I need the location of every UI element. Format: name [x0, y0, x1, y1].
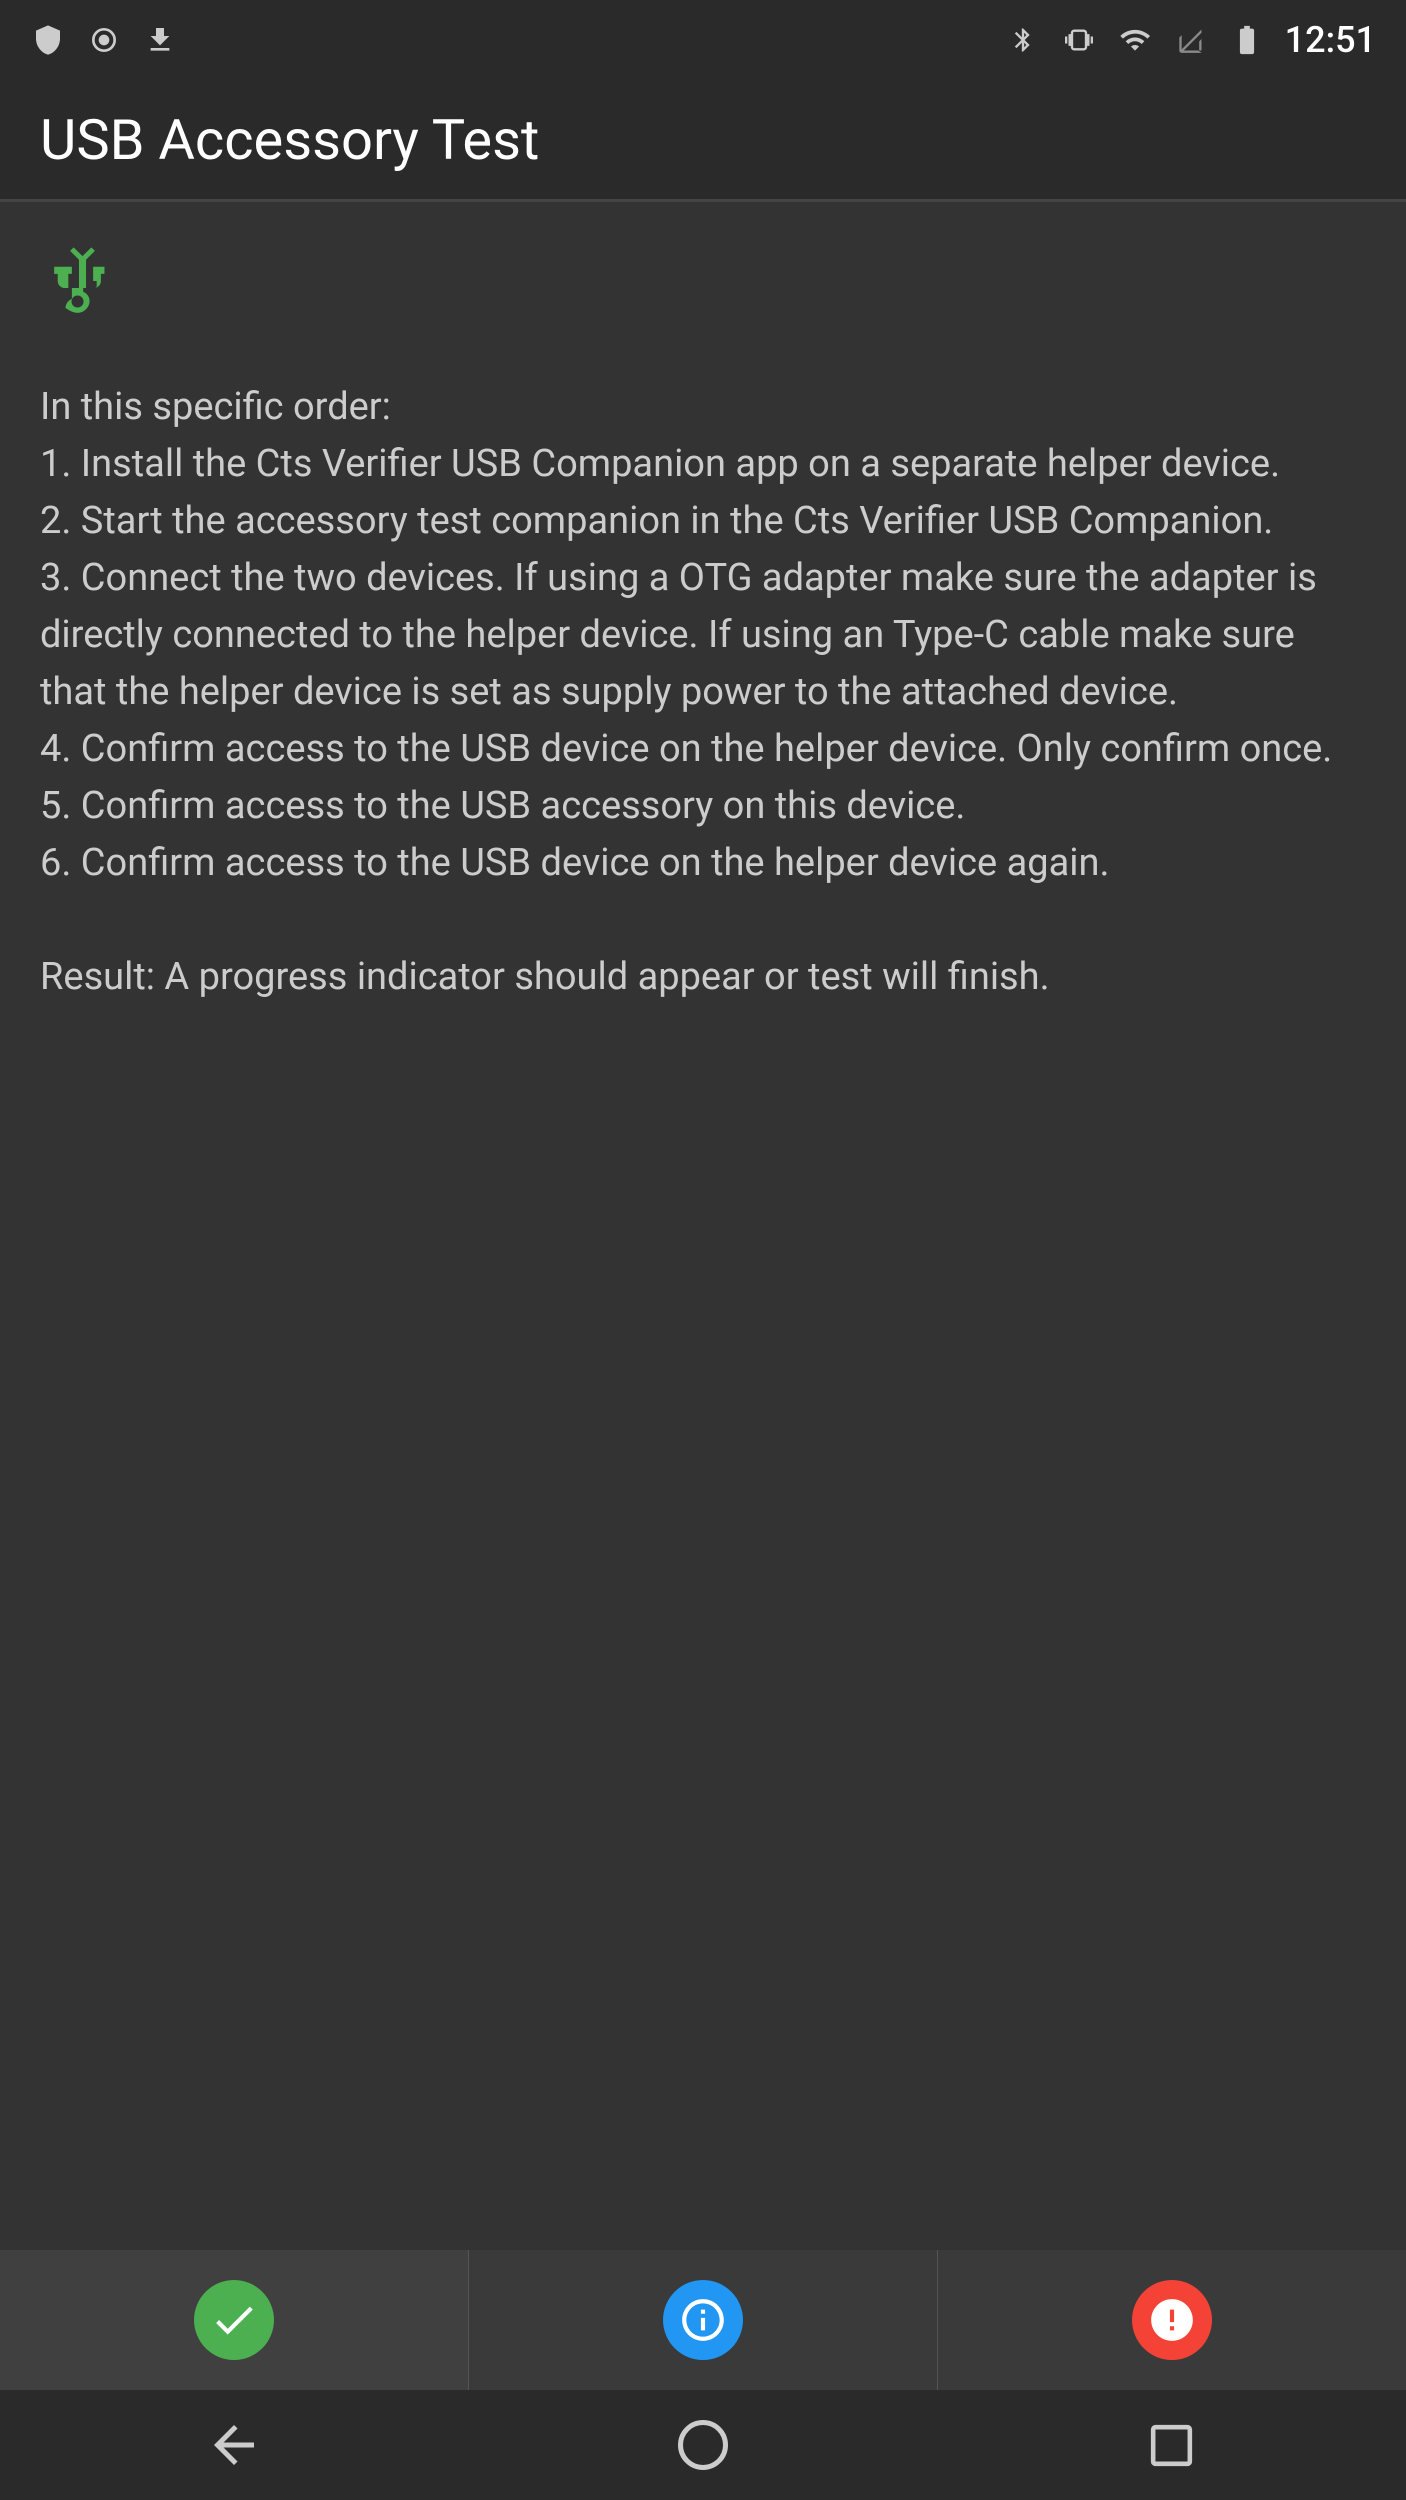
pass-icon-circle	[194, 2280, 274, 2360]
instructions-text: In this specific order: 1. Install the C…	[40, 379, 1366, 1006]
back-button[interactable]	[194, 2405, 274, 2485]
fail-icon-circle	[1132, 2280, 1212, 2360]
instructions-line-3: 3. Connect the two devices. If using a O…	[40, 556, 1317, 714]
instructions-result: Result: A progress indicator should appe…	[40, 955, 1050, 999]
vibrate-icon	[1061, 22, 1097, 58]
main-content: In this specific order: 1. Install the C…	[0, 202, 1406, 2250]
status-bar-right-icons: 12:51	[1005, 19, 1376, 61]
signal-icon	[1173, 22, 1209, 58]
home-button[interactable]	[663, 2405, 743, 2485]
instructions-line-intro: In this specific order:	[40, 385, 391, 429]
instructions-line-4: 4. Confirm access to the USB device on t…	[40, 727, 1332, 771]
fail-button[interactable]	[938, 2250, 1406, 2390]
usb-icon	[40, 242, 1366, 349]
record-icon	[86, 22, 122, 58]
page-title: USB Accessory Test	[40, 107, 539, 173]
instructions-line-6: 6. Confirm access to the USB device on t…	[40, 841, 1110, 885]
recents-button[interactable]	[1132, 2405, 1212, 2485]
action-bar	[0, 2250, 1406, 2390]
info-icon-circle	[663, 2280, 743, 2360]
shield-icon	[30, 22, 66, 58]
app-bar: USB Accessory Test	[0, 80, 1406, 200]
instructions-line-2: 2. Start the accessory test companion in…	[40, 499, 1273, 543]
instructions-line-5: 5. Confirm access to the USB accessory o…	[40, 784, 965, 828]
instructions-line-1: 1. Install the Cts Verifier USB Companio…	[40, 442, 1280, 486]
status-bar: 12:51	[0, 0, 1406, 80]
clock: 12:51	[1285, 19, 1376, 61]
pass-button[interactable]	[0, 2250, 469, 2390]
info-button[interactable]	[469, 2250, 938, 2390]
battery-icon	[1229, 22, 1265, 58]
status-bar-left-icons	[30, 22, 178, 58]
nav-bar	[0, 2390, 1406, 2500]
bluetooth-icon	[1005, 22, 1041, 58]
download-icon	[142, 22, 178, 58]
wifi-icon	[1117, 22, 1153, 58]
